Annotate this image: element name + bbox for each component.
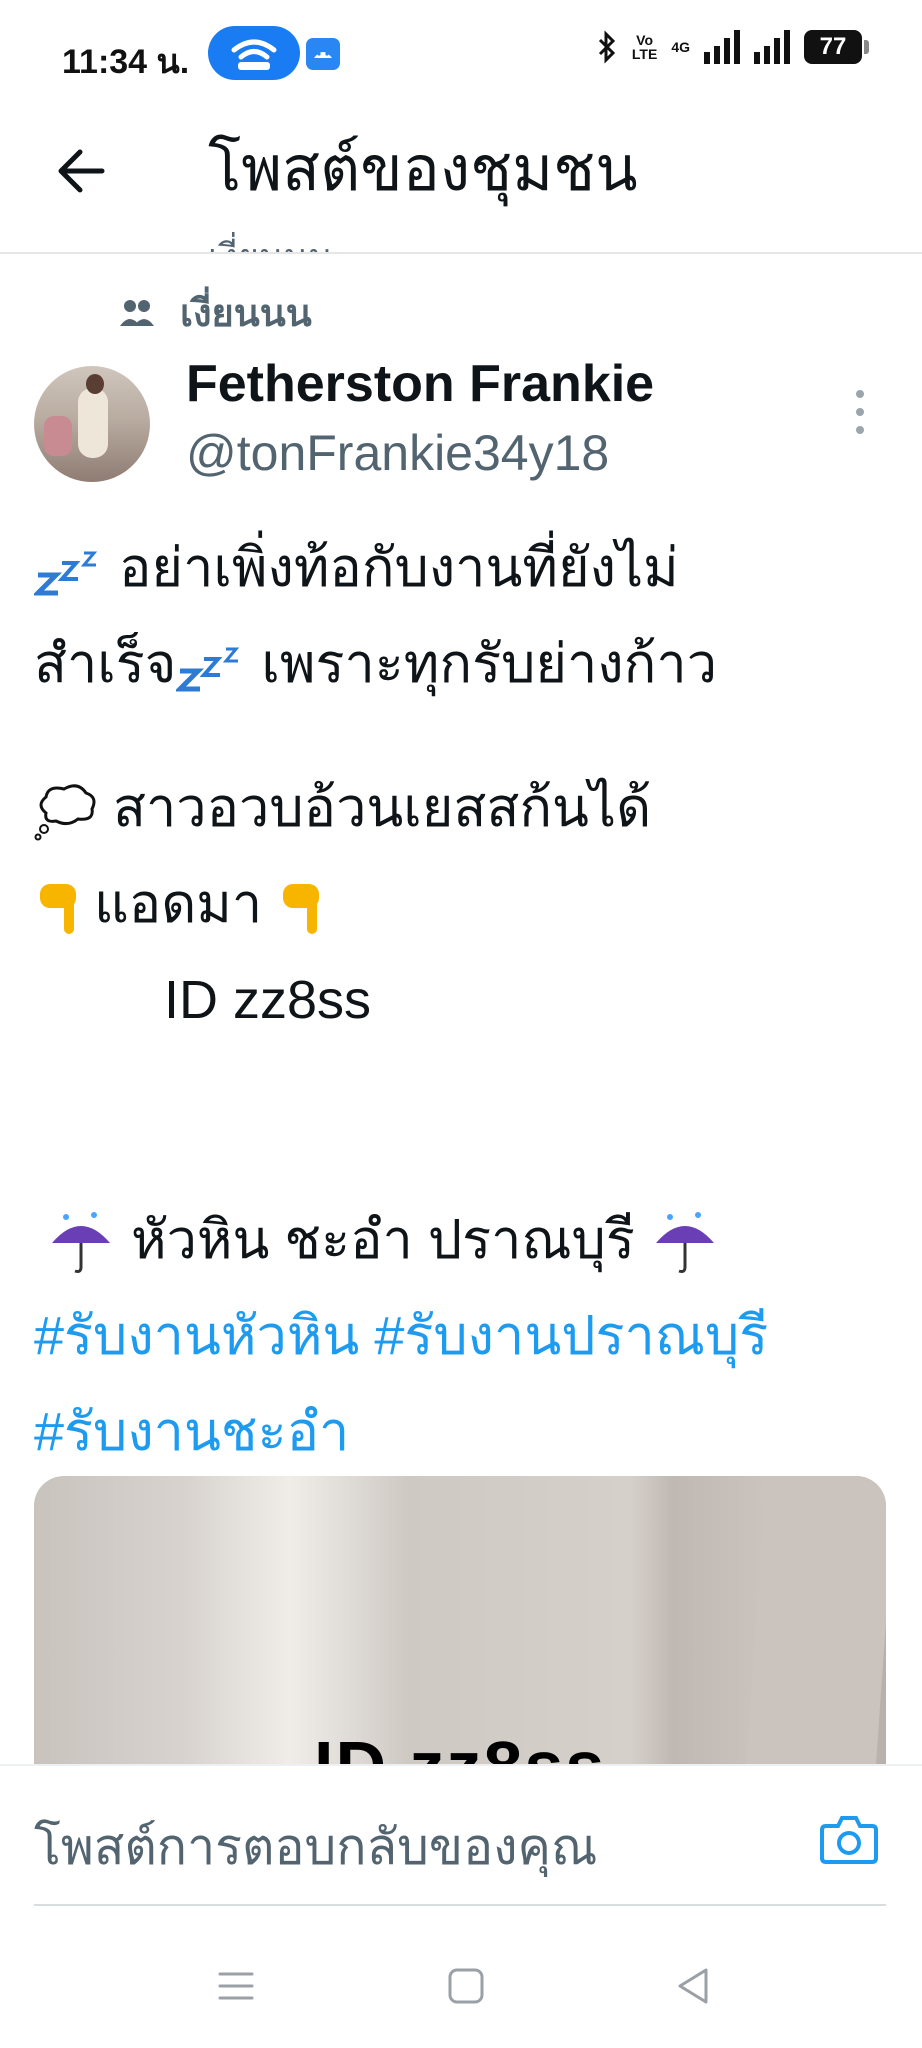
hotspot-pill bbox=[208, 26, 300, 80]
reply-divider bbox=[34, 1904, 886, 1906]
avatar[interactable] bbox=[34, 366, 150, 482]
menu-icon bbox=[218, 1972, 254, 2000]
system-back-button[interactable] bbox=[664, 1956, 724, 2016]
triangle-back-icon bbox=[678, 1968, 708, 2004]
home-button[interactable] bbox=[436, 1956, 496, 2016]
signal-icon bbox=[704, 30, 740, 64]
hashtag[interactable]: #รับงานชะอำ bbox=[34, 1384, 894, 1480]
system-nav-bar bbox=[0, 1930, 922, 2048]
back-button[interactable] bbox=[50, 140, 112, 202]
camera-button[interactable] bbox=[820, 1814, 878, 1864]
hashtags[interactable]: #รับงานหัวหิน #รับงานปราณบุรี bbox=[34, 1288, 894, 1384]
more-options-button[interactable] bbox=[848, 390, 872, 434]
status-bar: 11:34 น. Vo LTE 4G 77 bbox=[0, 0, 922, 110]
battery-level: 77 bbox=[819, 33, 847, 60]
page-title: โพสต์ของชุมชน bbox=[208, 135, 638, 204]
reply-bar: โพสต์การตอบกลับของคุณ bbox=[0, 1764, 922, 1914]
page-header: โพสต์ของชุมชน เงี่ยนนน bbox=[0, 110, 922, 254]
pointing-down-icon bbox=[40, 883, 76, 934]
page-subtitle: เงี่ยนนน bbox=[208, 228, 333, 252]
status-time: 11:34 น. bbox=[62, 43, 190, 81]
media-overlay-text: ID zz8ss bbox=[314, 1727, 607, 1766]
community-context[interactable]: เงี่ยนนน bbox=[120, 282, 312, 343]
umbrella-rain-icon bbox=[52, 1211, 110, 1273]
community-icon bbox=[120, 299, 154, 326]
network-type: 4G bbox=[671, 39, 690, 55]
thought-balloon-icon bbox=[34, 784, 96, 841]
home-square-icon bbox=[448, 1968, 484, 2004]
post-text: อย่าเพิ่งท้อกับงานที่ยังไม่ สำเร็จ เพราะ… bbox=[34, 520, 894, 1480]
zzz-icon bbox=[176, 647, 240, 692]
author-name[interactable]: Fetherston Frankie bbox=[186, 354, 654, 414]
pointing-down-icon bbox=[283, 883, 320, 934]
camera-icon bbox=[820, 1816, 878, 1864]
android-icon bbox=[306, 38, 340, 70]
umbrella-rain-icon bbox=[655, 1211, 714, 1273]
arrow-left-icon bbox=[58, 149, 105, 193]
wifi-icon bbox=[231, 39, 277, 70]
signal-icon-2 bbox=[754, 30, 790, 64]
reply-input[interactable]: โพสต์การตอบกลับของคุณ bbox=[34, 1808, 597, 1887]
volte-icon: Vo LTE bbox=[631, 32, 658, 62]
bluetooth-icon bbox=[598, 30, 616, 64]
zzz-icon bbox=[34, 551, 98, 596]
post-media[interactable]: ID zz8ss bbox=[34, 1476, 886, 1766]
battery-icon: 77 bbox=[804, 30, 869, 64]
more-vertical-icon bbox=[856, 390, 864, 398]
author-handle[interactable]: @tonFrankie34y18 bbox=[186, 424, 609, 482]
community-name: เงี่ยนนน bbox=[180, 293, 312, 335]
recents-button[interactable] bbox=[206, 1956, 266, 2016]
